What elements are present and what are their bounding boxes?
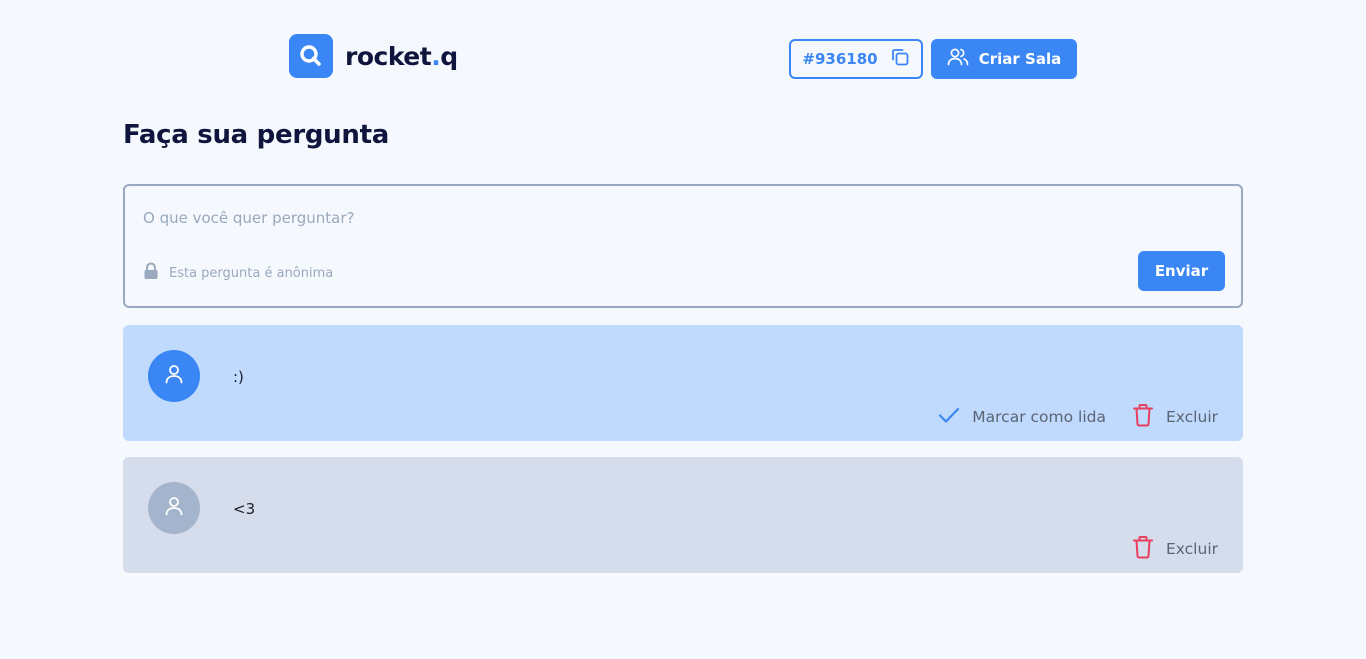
check-icon: [938, 406, 960, 428]
mark-read-button[interactable]: Marcar como lida: [938, 406, 1106, 428]
question-form: Esta pergunta é anônima Enviar: [123, 184, 1243, 308]
logo-text: rocket.q: [345, 41, 458, 71]
send-button[interactable]: Enviar: [1138, 251, 1225, 291]
delete-button[interactable]: Excluir: [1132, 535, 1218, 563]
question-card: <3 Excluir: [123, 457, 1243, 573]
delete-button[interactable]: Excluir: [1132, 403, 1218, 431]
trash-icon: [1132, 403, 1154, 431]
logo[interactable]: rocket.q: [289, 34, 458, 78]
search-icon: [289, 34, 333, 78]
anonymous-note: Esta pergunta é anônima: [143, 262, 333, 284]
user-icon: [163, 363, 185, 389]
lock-icon: [143, 262, 159, 284]
anonymous-note-text: Esta pergunta é anônima: [169, 265, 334, 281]
avatar: [148, 482, 200, 534]
create-room-label: Criar Sala: [978, 50, 1062, 68]
delete-label: Excluir: [1165, 408, 1218, 426]
trash-icon: [1132, 535, 1154, 563]
room-code: #936180: [802, 50, 878, 68]
question-input[interactable]: [141, 202, 1225, 234]
question-actions: Marcar como lida Excluir: [938, 403, 1218, 431]
create-room-button[interactable]: Criar Sala: [931, 39, 1077, 79]
avatar: [148, 350, 200, 402]
question-text: <3: [233, 500, 256, 518]
question-card: :) Marcar como lida Excluir: [123, 325, 1243, 441]
page-title: Faça sua pergunta: [123, 120, 389, 150]
room-code-button[interactable]: #936180: [789, 39, 923, 79]
question-actions: Excluir: [1132, 535, 1218, 563]
question-text: :): [233, 368, 244, 386]
copy-icon: [890, 47, 910, 71]
mark-read-label: Marcar como lida: [972, 408, 1106, 426]
delete-label: Excluir: [1165, 540, 1218, 558]
users-icon: [947, 47, 969, 71]
user-icon: [163, 495, 185, 521]
room-page: rocket.q #936180 Criar Sala Faça sua per…: [0, 0, 1366, 659]
